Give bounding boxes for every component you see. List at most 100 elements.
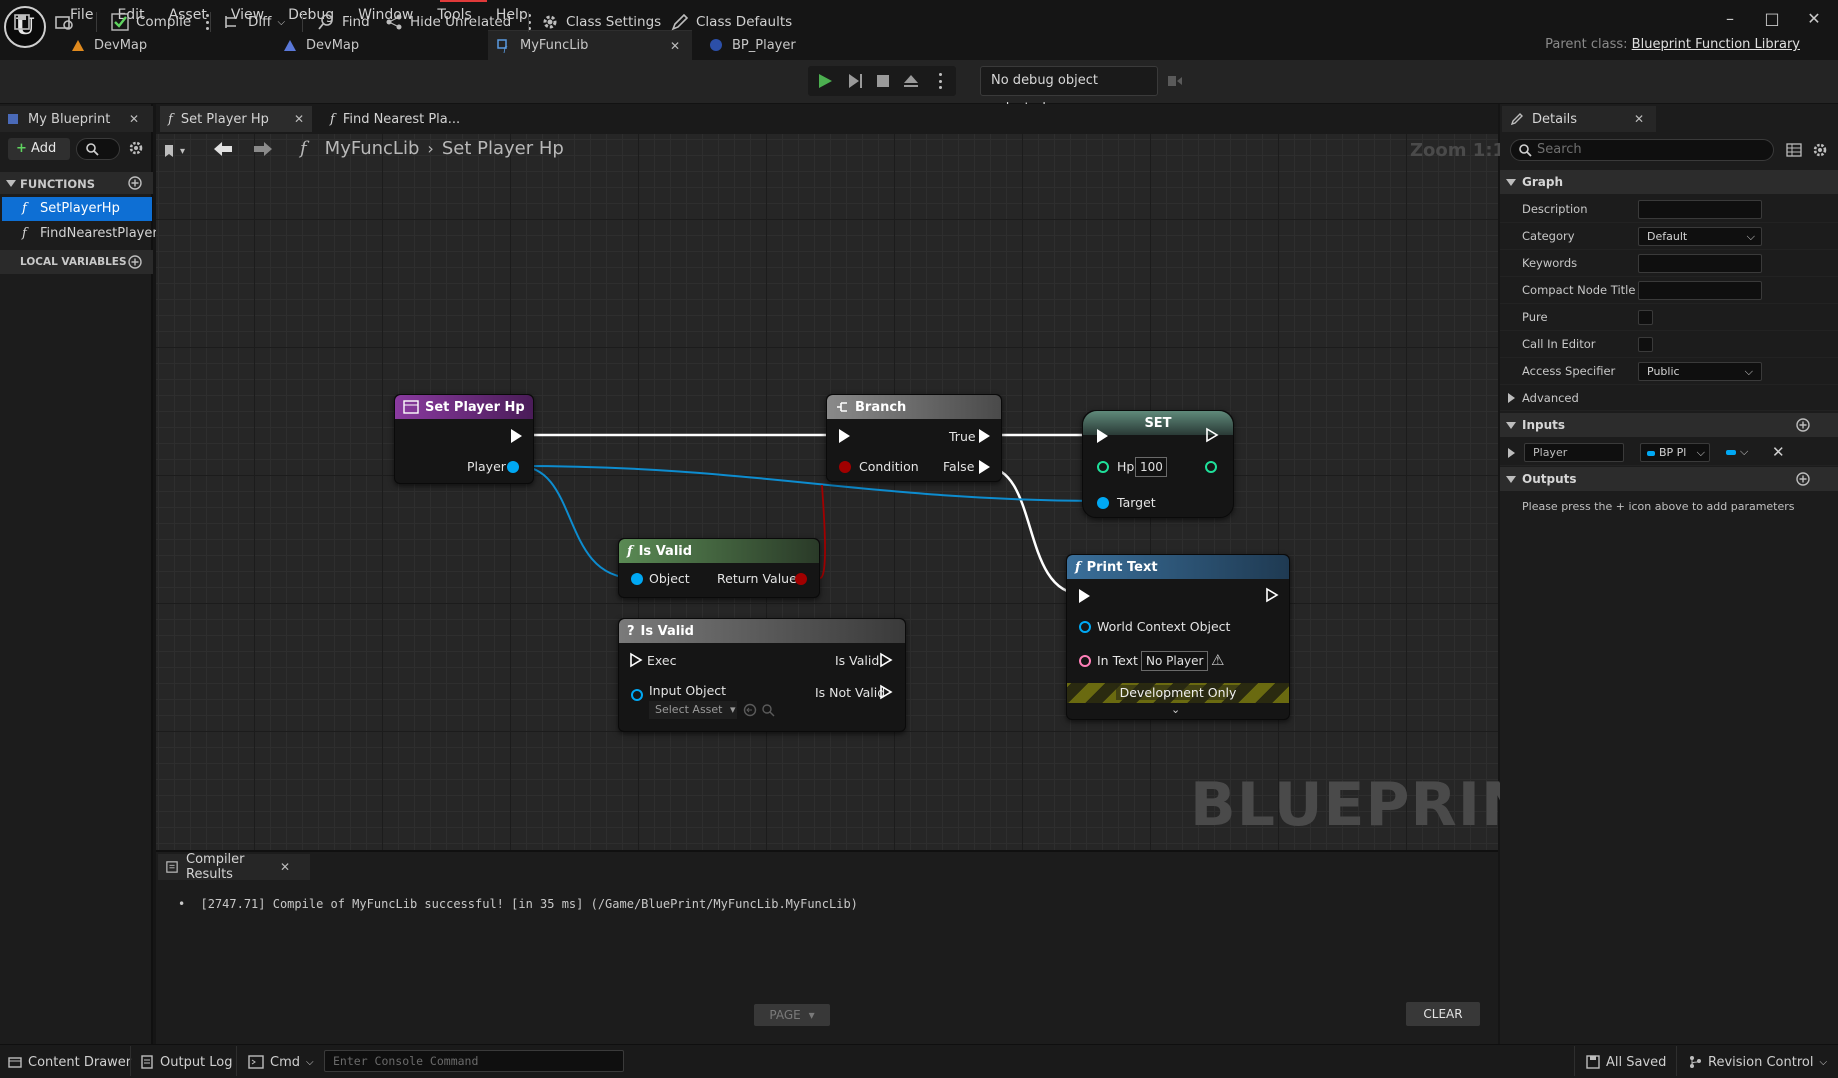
int-pin[interactable]	[1097, 461, 1109, 473]
class-defaults-button[interactable]: Class Defaults	[670, 8, 792, 36]
my-blueprint-tab[interactable]: My Blueprint ✕	[0, 106, 153, 132]
close-icon[interactable]: ✕	[280, 860, 290, 874]
close-icon[interactable]: ✕	[294, 112, 304, 126]
node-set-player-hp-entry[interactable]: Set Player Hp Player	[394, 394, 534, 484]
graph-tab-set-player-hp[interactable]: f Set Player Hp ✕	[160, 106, 312, 132]
exec-in-pin[interactable]	[629, 652, 643, 668]
breadcrumb-root[interactable]: MyFuncLib	[325, 138, 420, 159]
play-options-icon[interactable]	[938, 73, 942, 89]
object-pin[interactable]	[1079, 621, 1091, 633]
pure-checkbox[interactable]	[1638, 310, 1653, 325]
object-pin[interactable]	[631, 573, 643, 585]
select-asset-dropdown[interactable]: Select Asset ▾	[649, 701, 737, 719]
category-combo[interactable]: Default ⌵	[1638, 227, 1762, 246]
close-icon[interactable]: ✕	[670, 39, 680, 53]
in-text-input[interactable]: No Player	[1141, 651, 1209, 671]
graph-tab-find-nearest[interactable]: f Find Nearest Pla...	[326, 106, 486, 132]
node-is-valid-macro[interactable]: ? Is Valid Exec Is Valid Input Object Se…	[618, 618, 906, 732]
stop-icon[interactable]	[874, 72, 892, 90]
hide-unrelated-button[interactable]: Hide Unrelated	[384, 8, 531, 36]
use-selected-icon[interactable]	[743, 703, 757, 717]
output-log-button[interactable]: Output Log	[140, 1052, 233, 1072]
add-variable-icon[interactable]	[128, 255, 142, 269]
clear-button[interactable]: CLEAR	[1406, 1002, 1480, 1026]
exec-out-pin[interactable]	[1205, 427, 1219, 443]
minimize-icon[interactable]: –	[1716, 8, 1744, 30]
settings-gear-icon[interactable]	[128, 140, 144, 156]
settings-gear-icon[interactable]	[1812, 142, 1828, 158]
console-command-input[interactable]: Enter Console Command	[324, 1050, 624, 1072]
play-icon[interactable]	[816, 72, 834, 90]
details-search-input[interactable]: Search	[1510, 139, 1774, 161]
debug-object-select[interactable]: No debug object selected ▾	[980, 66, 1158, 116]
param-name-input[interactable]: Player	[1524, 443, 1624, 462]
back-arrow-icon[interactable]	[212, 140, 234, 158]
target-pin[interactable]	[1097, 497, 1109, 509]
local-variables-section-header[interactable]: LOCAL VARIABLES (S	[0, 250, 153, 274]
exec-in-pin[interactable]	[839, 429, 850, 443]
details-tab[interactable]: Details ✕	[1502, 106, 1656, 132]
debug-filter-icon[interactable]	[1166, 72, 1184, 90]
compile-options-icon[interactable]	[205, 14, 209, 30]
bool-out-pin[interactable]	[795, 573, 807, 585]
blueprint-search-input[interactable]	[76, 138, 120, 160]
forward-arrow-icon[interactable]	[252, 140, 274, 158]
function-item-setplayerhp[interactable]: f SetPlayerHp	[2, 197, 152, 221]
eject-icon[interactable]	[902, 72, 920, 90]
expand-chevron-icon[interactable]: ⌄	[1171, 703, 1180, 716]
exec-false-pin[interactable]	[979, 460, 990, 474]
compile-button[interactable]: Compile	[110, 8, 209, 36]
bool-pin[interactable]	[839, 461, 851, 473]
close-icon[interactable]: ✕	[1634, 112, 1644, 126]
find-button[interactable]: Find	[316, 8, 370, 36]
browse-asset-icon[interactable]	[761, 703, 775, 717]
browse-button[interactable]	[54, 8, 74, 36]
node-print-text[interactable]: f Print Text World Context Object In Tex…	[1066, 554, 1290, 720]
keywords-input[interactable]	[1638, 254, 1762, 273]
node-is-valid-function[interactable]: f Is Valid Object Return Value	[618, 538, 820, 598]
remove-param-icon[interactable]: ✕	[1772, 443, 1785, 461]
function-item-findnearestplayer[interactable]: f FindNearestPlayer	[2, 222, 158, 246]
exec-true-pin[interactable]	[979, 429, 990, 443]
chevron-down-icon[interactable]: ⌵	[1747, 228, 1755, 245]
graph-section-header[interactable]: Graph	[1500, 170, 1838, 194]
content-drawer-button[interactable]: Content Drawer	[8, 1052, 131, 1072]
exec-not-valid-pin[interactable]	[879, 684, 893, 700]
all-saved-button[interactable]: All Saved	[1586, 1052, 1666, 1072]
node-branch[interactable]: Branch Condition True False	[826, 394, 1002, 482]
table-view-icon[interactable]	[1786, 142, 1802, 158]
exec-in-pin[interactable]	[1097, 429, 1108, 443]
revision-control-button[interactable]: Revision Control ⌵	[1688, 1052, 1827, 1072]
maximize-icon[interactable]: □	[1758, 8, 1786, 30]
add-output-icon[interactable]	[1796, 472, 1810, 486]
class-settings-button[interactable]: Class Settings	[540, 8, 661, 36]
add-input-icon[interactable]	[1796, 418, 1810, 432]
compiler-results-tab[interactable]: Compiler Results ✕	[158, 852, 310, 882]
save-button[interactable]	[12, 8, 32, 36]
exec-out-pin[interactable]	[511, 429, 522, 443]
object-pin[interactable]	[631, 689, 643, 701]
diff-button[interactable]: Diff ⌵	[222, 8, 285, 36]
functions-section-header[interactable]: FUNCTIONS	[0, 172, 153, 194]
hp-value-input[interactable]: 100	[1135, 457, 1167, 477]
outputs-section-header[interactable]: Outputs	[1500, 467, 1838, 491]
advanced-section[interactable]: Advanced	[1500, 385, 1838, 411]
node-set-hp[interactable]: SET Hp 100 Target	[1082, 410, 1234, 518]
step-icon[interactable]	[846, 72, 864, 90]
access-specifier-select[interactable]: Public ⌵	[1638, 362, 1762, 381]
int-out-pin[interactable]	[1205, 461, 1217, 473]
exec-out-pin[interactable]	[1265, 587, 1279, 603]
container-type-select[interactable]: ⌵	[1726, 445, 1758, 460]
add-function-icon[interactable]	[128, 176, 142, 190]
cmd-dropdown[interactable]: Cmd ⌵	[248, 1052, 314, 1072]
add-button[interactable]: + Add	[8, 138, 70, 160]
parent-class-link[interactable]: Blueprint Function Library	[1632, 37, 1800, 52]
inputs-section-header[interactable]: Inputs	[1500, 413, 1838, 437]
compact-node-title-input[interactable]	[1638, 281, 1762, 300]
page-dropdown[interactable]: PAGE ▾	[754, 1004, 830, 1026]
exec-in-pin[interactable]	[1079, 589, 1090, 603]
expand-icon[interactable]	[1508, 448, 1515, 458]
bookmark-dropdown[interactable]: ▾	[162, 140, 196, 162]
exec-valid-pin[interactable]	[879, 652, 893, 668]
param-type-select[interactable]: BP Pl ⌵	[1640, 443, 1710, 462]
